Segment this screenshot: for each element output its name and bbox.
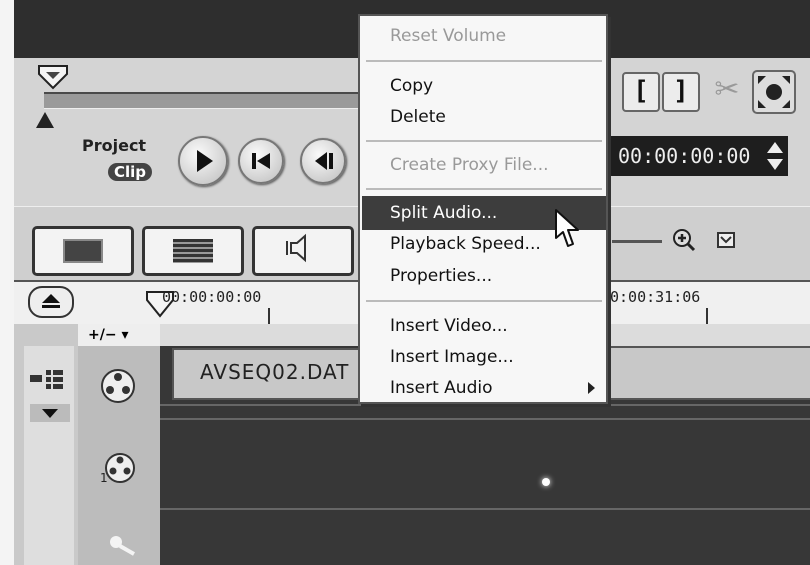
track-divider [160, 404, 810, 406]
menu-separator [366, 60, 602, 62]
scissors-icon[interactable]: ✂ [708, 72, 746, 108]
project-mode-label[interactable]: Project [82, 136, 146, 155]
eject-button[interactable] [28, 286, 74, 318]
film-reel-icon[interactable] [98, 366, 138, 406]
menu-item-insert-video[interactable]: Insert Video... [390, 316, 508, 336]
timeline-view-button[interactable] [142, 226, 244, 276]
trim-start-marker[interactable] [36, 112, 54, 128]
storyboard-icon [63, 239, 103, 263]
storyboard-view-button[interactable] [32, 226, 134, 276]
trim-marker-icon[interactable] [37, 64, 69, 90]
play-icon [197, 150, 213, 172]
track-manager-button[interactable]: +/− ▾ [78, 324, 160, 346]
submenu-arrow-icon [588, 382, 595, 394]
ruler-end-time: 0:00:31:06 [610, 288, 701, 306]
menu-item-delete[interactable]: Delete [390, 107, 446, 127]
app-window: Project Clip [ ] ✂ 00:00:00:00 00:00:00:… [0, 0, 810, 565]
ruler-tick [706, 308, 708, 324]
ruler-start-time: 00:00:00:00 [162, 288, 262, 306]
track-dropdown[interactable] [30, 404, 70, 422]
mouse-cursor-icon [555, 209, 579, 247]
microphone-icon[interactable] [104, 530, 140, 560]
audio-view-button[interactable] [252, 226, 354, 276]
eject-icon [42, 294, 60, 308]
timeline-icon [173, 239, 213, 263]
menu-item-split-audio[interactable]: Split Audio... [390, 203, 497, 223]
trim-slider-track[interactable] [44, 92, 360, 109]
menu-item-insert-image[interactable]: Insert Image... [390, 347, 514, 367]
track-list-icon[interactable] [28, 366, 70, 390]
video-clip-continuation[interactable] [606, 346, 810, 400]
timecode-spinner-icon[interactable] [766, 140, 784, 172]
track-divider [160, 418, 810, 420]
fit-to-window-icon[interactable] [716, 230, 736, 250]
menu-separator [366, 300, 602, 302]
mark-out-button[interactable]: ] [662, 72, 700, 112]
timeline-highlight-spot [542, 478, 550, 486]
chevron-down-icon [42, 409, 58, 418]
fullscreen-button[interactable] [752, 70, 796, 114]
menu-separator [366, 140, 602, 142]
ruler-tick [268, 308, 270, 324]
overlay-reel-icon[interactable]: 1 [98, 446, 138, 486]
menu-item-properties[interactable]: Properties... [390, 266, 492, 286]
fullscreen-icon [758, 76, 790, 108]
track-divider [160, 508, 810, 510]
zoom-in-icon[interactable] [672, 228, 696, 252]
timecode-display[interactable]: 00:00:00:00 [610, 136, 788, 176]
clip-mode-label[interactable]: Clip [108, 163, 153, 181]
svg-text:1: 1 [100, 471, 108, 485]
zoom-slider[interactable] [612, 240, 662, 243]
menu-item-insert-audio[interactable]: Insert Audio [390, 378, 492, 398]
menu-item-create-proxy-file: Create Proxy File... [390, 155, 549, 175]
previous-frame-button[interactable] [300, 138, 346, 184]
menu-item-playback-speed[interactable]: Playback Speed... [390, 234, 541, 254]
go-to-start-button[interactable] [238, 138, 284, 184]
speaker-icon [286, 233, 306, 263]
go-to-start-icon [252, 153, 270, 169]
previous-frame-icon [315, 152, 333, 170]
menu-separator [366, 188, 602, 190]
menu-item-reset-volume: Reset Volume [390, 26, 507, 46]
play-button[interactable] [178, 136, 228, 186]
video-clip-name: AVSEQ02.DAT [200, 360, 350, 384]
mark-in-button[interactable]: [ [622, 72, 660, 112]
menu-item-copy[interactable]: Copy [390, 76, 433, 96]
